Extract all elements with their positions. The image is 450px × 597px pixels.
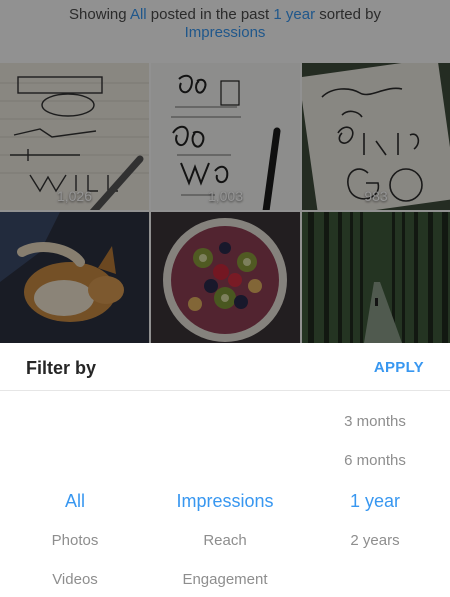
metric-option-impressions[interactable]: Impressions [150, 491, 300, 512]
modal-overlay[interactable] [0, 0, 450, 343]
metric-option-engagement[interactable]: Engagement [150, 571, 300, 588]
metric-option-reach[interactable]: Reach [150, 532, 300, 549]
time-period-picker[interactable]: 3 months 6 months 1 year 2 years [300, 391, 450, 597]
type-option-videos[interactable]: Videos [0, 571, 150, 588]
insights-background: Showing All posted in the past 1 year so… [0, 0, 450, 343]
metric-picker[interactable]: Impressions Reach Engagement [150, 391, 300, 597]
type-option-all[interactable]: All [0, 491, 150, 512]
filter-title: Filter by [26, 358, 97, 378]
filter-sheet-header: Filter by APPLY [0, 343, 450, 391]
period-option-6-months[interactable]: 6 months [300, 452, 450, 469]
type-option-photos[interactable]: Photos [0, 532, 150, 549]
filter-sheet: Filter by APPLY All Photos Videos Impres… [0, 343, 450, 597]
period-option-1-year[interactable]: 1 year [300, 491, 450, 512]
content-type-picker[interactable]: All Photos Videos [0, 391, 150, 597]
apply-button[interactable]: APPLY [374, 359, 424, 376]
period-option-3-months[interactable]: 3 months [300, 413, 450, 430]
filter-picker: All Photos Videos Impressions Reach Enga… [0, 391, 450, 597]
period-option-2-years[interactable]: 2 years [300, 532, 450, 549]
